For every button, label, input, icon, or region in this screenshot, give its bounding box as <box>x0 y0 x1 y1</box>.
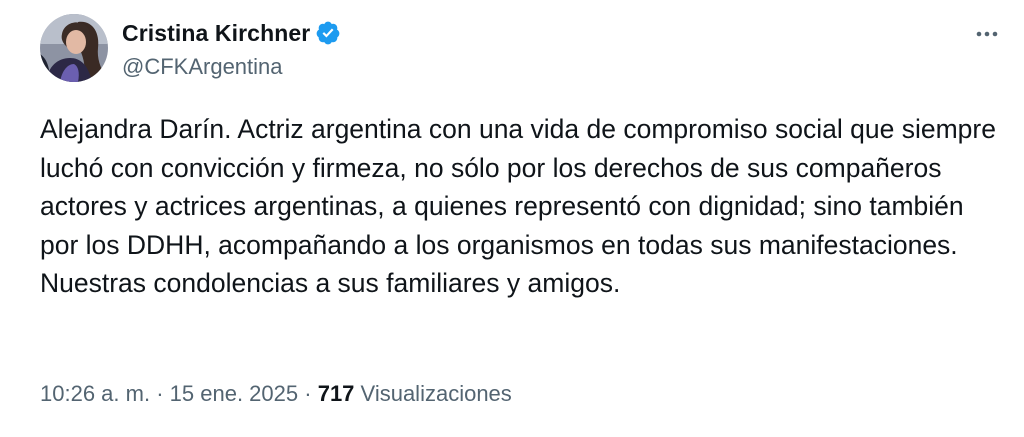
views-count: 717 <box>317 381 355 406</box>
more-horizontal-icon[interactable] <box>972 22 1002 46</box>
avatar[interactable] <box>40 14 108 82</box>
author-block: Cristina Kirchner @CFKArgentina <box>122 16 341 80</box>
tweet-date[interactable]: 15 ene. 2025 <box>170 381 298 406</box>
author-handle[interactable]: @CFKArgentina <box>122 54 341 80</box>
meta-separator: · <box>156 381 164 406</box>
author-display-name[interactable]: Cristina Kirchner <box>122 20 310 47</box>
views-label: Visualizaciones <box>360 381 512 406</box>
verified-badge-icon[interactable] <box>315 20 341 46</box>
tweet-time[interactable]: 10:26 a. m. <box>40 381 150 406</box>
tweet-metadata: 10:26 a. m. · 15 ene. 2025 · 717 Visuali… <box>40 381 512 407</box>
tweet-text: Alejandra Darín. Actriz argentina con un… <box>40 114 996 298</box>
meta-separator: · <box>304 381 312 406</box>
name-row: Cristina Kirchner <box>122 16 341 50</box>
tweet-card: Cristina Kirchner @CFKArgentina Alejandr… <box>0 0 1024 437</box>
